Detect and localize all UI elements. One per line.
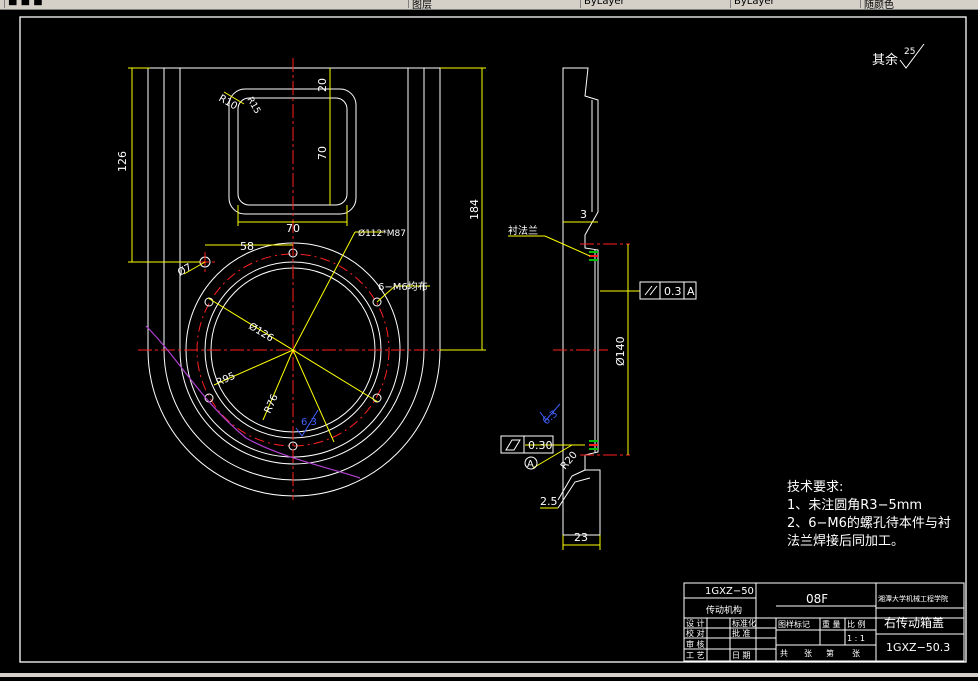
- sheets-unit-label: 张: [804, 649, 812, 658]
- 3-label: 日 期: [732, 651, 751, 660]
- r95-label: R95: [215, 371, 237, 389]
- front-view: 126 184 20 70 70 58 R10 R15 Ø7 Ø112*M87 …: [116, 58, 486, 500]
- width-70-label: 70: [286, 222, 300, 235]
- line1-label: 1、未注圆角R3−5mm: [787, 498, 922, 513]
- scale-label-label: 比 例: [847, 619, 866, 629]
- roughness-value: 25: [904, 47, 915, 57]
- status-strip: [0, 673, 978, 677]
- height-70-label: 70: [316, 146, 329, 160]
- toolbar-icons[interactable]: ■ ■ ■: [4, 0, 43, 8]
- side-view: 3 衬法兰 Ø140 0.3 A 0.30 A R20 2.5 23 6.3: [500, 67, 697, 550]
- roughness-note: 其余: [872, 52, 898, 68]
- sheet-label-label: 第: [826, 648, 834, 658]
- sheet-border: [19, 16, 967, 663]
- linetype-dropdown[interactable]: ByLayer: [730, 0, 775, 8]
- layer-dropdown[interactable]: 图层: [408, 0, 432, 9]
- drawing-canvas[interactable]: 其余 25 126 184 20 70 70 58 R10 R15 Ø7 Ø11…: [0, 10, 978, 677]
- sub-title-label: 传动机构: [706, 604, 742, 616]
- line2-label: 2、6−M6的螺孔待本件与衬: [787, 515, 951, 531]
- color-dropdown[interactable]: ByLayer: [580, 0, 625, 8]
- pcd112-label: Ø112*M87: [358, 228, 406, 239]
- r20-label: R20: [559, 450, 580, 472]
- flatness-value-label: 0.30: [528, 439, 553, 452]
- t25-label: 2.5: [540, 495, 558, 508]
- flange-label-label: 衬法兰: [508, 224, 538, 237]
- r15-label: R15: [244, 96, 262, 116]
- width-20-label: 20: [316, 78, 329, 92]
- scale-value-label: 1 : 1: [847, 634, 865, 643]
- sheets-total-label-label: 共: [780, 649, 788, 658]
- d126-label: Ø126: [246, 320, 275, 344]
- 1-label: 校 对: [686, 628, 705, 638]
- drawing-no-label: 1GXZ−50.3: [886, 641, 950, 654]
- 2-label: 审 核: [686, 639, 705, 649]
- 0-label: 标准化: [732, 618, 756, 628]
- stage-label-label: 图样标记: [778, 619, 810, 629]
- r76-label: R76: [263, 393, 281, 415]
- toolbar-strip: ■ ■ ■ 图层 ByLayer ByLayer 随颜色: [0, 0, 978, 10]
- title-block: 1GXZ−50 传动机构 08F 湘潭大学机械工程学院 图样标记 重 量 比 例…: [683, 582, 965, 662]
- w58-label: 58: [240, 240, 254, 253]
- title-label: 技术要求:: [787, 480, 843, 495]
- rough-63-label: 6.3: [301, 417, 317, 428]
- tech-requirements: 技术要求: 1、未注圆角R3−5mm 2、6−M6的螺孔待本件与衬 法兰焊接后同…: [787, 480, 951, 549]
- holes-note-label: 6−M6均布: [378, 281, 428, 293]
- 0-label: 设 计: [686, 618, 705, 628]
- 1-label: 批 准: [732, 628, 751, 638]
- parallel-datum-label: A: [687, 285, 695, 298]
- weight-label-label: 重 量: [822, 619, 841, 629]
- part-name-label: 右传动箱盖: [884, 615, 944, 630]
- datum-a-label: A: [527, 459, 534, 470]
- line3-label: 法兰焊接后同加工。: [787, 533, 904, 549]
- w23-label: 23: [574, 531, 588, 544]
- drawing-no-top-label: 1GXZ−50: [705, 586, 754, 597]
- hole7-label: Ø7: [176, 261, 194, 279]
- material-label: 08F: [806, 592, 828, 606]
- h184-label: 184: [468, 199, 481, 220]
- parallel-value-label: 0.3: [664, 285, 682, 298]
- 3-label: 工 艺: [686, 651, 705, 660]
- rough-side-label: 6.3: [541, 409, 560, 428]
- h126-label: 126: [116, 151, 129, 172]
- sheet-unit-label: 张: [852, 649, 860, 658]
- lineweight-dropdown[interactable]: 随颜色: [860, 0, 894, 9]
- r10-label: R10: [217, 93, 240, 112]
- t3-label: 3: [580, 208, 587, 221]
- d140-label: Ø140: [614, 336, 627, 366]
- company-label: 湘潭大学机械工程学院: [878, 594, 948, 603]
